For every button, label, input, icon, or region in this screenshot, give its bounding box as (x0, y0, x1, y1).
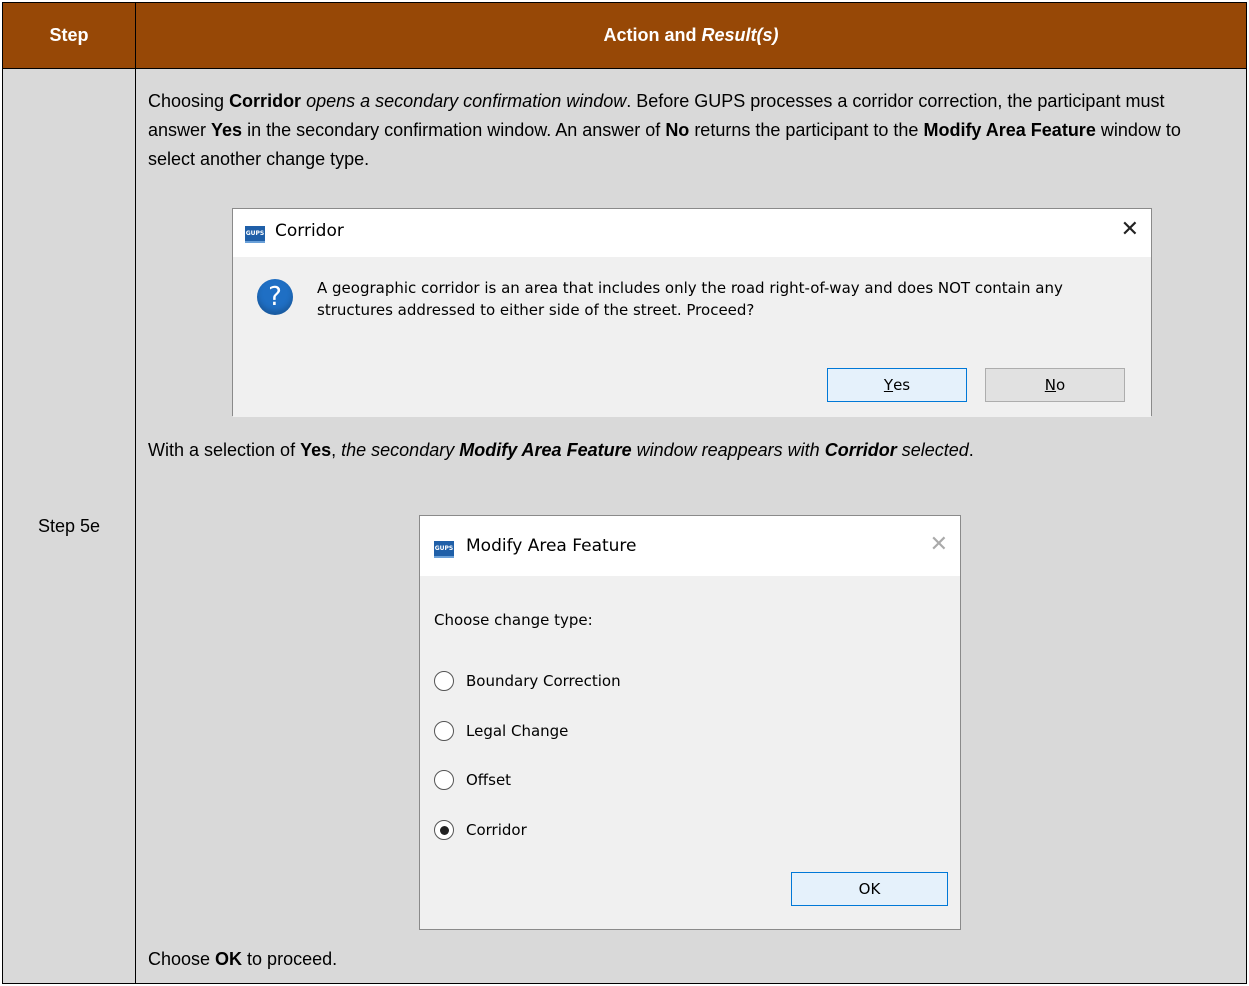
radio-circle[interactable] (434, 820, 454, 840)
bold-text: No (665, 120, 690, 140)
paragraph-intro: Choosing Corridor opens a secondary conf… (148, 87, 1210, 174)
radio-circle[interactable] (434, 671, 454, 691)
bold-text: Yes (211, 120, 243, 140)
paragraph-selection: With a selection of Yes, the secondary M… (148, 436, 1210, 465)
text: returns the participant to the (689, 120, 924, 140)
dialog-message: A geographic corridor is an area that in… (317, 279, 1063, 319)
mnemonic: N (1044, 376, 1057, 394)
text: Choose (148, 949, 216, 969)
header-step: Step (3, 3, 136, 68)
ok-button[interactable]: OK (791, 872, 948, 906)
bold-text: Corridor (229, 91, 302, 111)
text: Choosing (148, 91, 230, 111)
radio-circle[interactable] (434, 721, 454, 741)
corridor-dialog: GUPS Corridor ✕ ? A geographic corridor … (232, 208, 1152, 417)
modify-area-feature-dialog: GUPS Modify Area Feature ✕ Choose change… (419, 515, 961, 930)
button-label: o (1056, 376, 1066, 394)
radio-label: Offset (466, 771, 512, 789)
bold-italic-text: Corridor (824, 440, 897, 460)
button-label: es (893, 376, 911, 394)
header-action: Action and Result(s) (136, 3, 1246, 68)
text: , (331, 440, 342, 460)
no-button[interactable]: No (985, 368, 1125, 402)
dialog-titlebar: GUPS Corridor ✕ (233, 209, 1151, 257)
radio-label: Boundary Correction (466, 672, 621, 690)
bold-text: Modify Area Feature (923, 120, 1096, 140)
mnemonic: Y (883, 376, 894, 394)
dialog-titlebar: GUPS Modify Area Feature ✕ (420, 516, 960, 576)
header-action-italic: Result(s) (701, 25, 779, 45)
change-type-prompt: Choose change type: (434, 611, 593, 629)
radio-offset[interactable]: Offset (434, 768, 511, 792)
close-icon[interactable]: ✕ (1121, 217, 1139, 242)
yes-button[interactable]: Yes (827, 368, 967, 402)
italic-text: opens a secondary confirmation window (301, 91, 627, 111)
radio-corridor[interactable]: Corridor (434, 818, 527, 842)
radio-label: Corridor (466, 821, 527, 839)
dialog-body: ? A geographic corridor is an area that … (233, 257, 1151, 417)
header-action-text: Action and (603, 25, 702, 45)
italic-text: selected (896, 440, 969, 460)
close-icon[interactable]: ✕ (930, 532, 948, 557)
text: to proceed. (242, 949, 338, 969)
bold-text: Yes (300, 440, 332, 460)
bold-text: OK (215, 949, 243, 969)
text: in the secondary confirmation window. An… (242, 120, 666, 140)
bold-italic-text: Modify Area Feature (459, 440, 632, 460)
italic-text: the secondary (341, 440, 460, 460)
text: With a selection of (148, 440, 301, 460)
instruction-table: Step Action and Result(s) Step 5e Choosi… (2, 2, 1247, 984)
italic-text: window reappears with (631, 440, 825, 460)
question-icon: ? (257, 279, 293, 315)
table-header: Step Action and Result(s) (3, 3, 1246, 69)
radio-circle[interactable] (434, 770, 454, 790)
dialog-title: Corridor (275, 221, 344, 241)
radio-label: Legal Change (466, 722, 569, 740)
text: . (968, 440, 974, 460)
action-cell: Choosing Corridor opens a secondary conf… (136, 69, 1246, 983)
radio-selected-dot (439, 825, 449, 835)
paragraph-proceed: Choose OK to proceed. (148, 945, 1210, 974)
radio-boundary-correction[interactable]: Boundary Correction (434, 669, 621, 693)
gups-app-icon: GUPS (245, 226, 265, 243)
step-cell: Step 5e (3, 69, 136, 983)
radio-legal-change[interactable]: Legal Change (434, 719, 568, 743)
gups-app-icon: GUPS (434, 541, 454, 558)
dialog-title: Modify Area Feature (466, 536, 637, 556)
